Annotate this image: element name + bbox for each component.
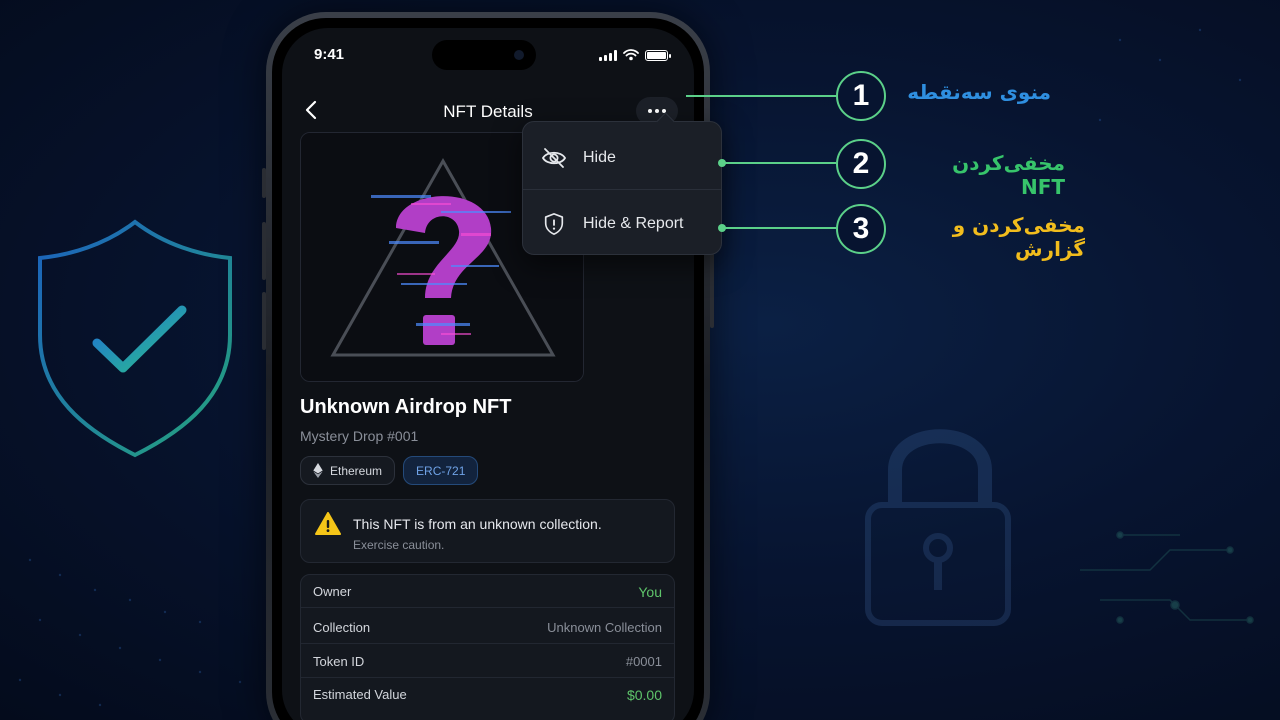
nft-name: Unknown Airdrop NFT (300, 396, 512, 418)
shield-check-icon (38, 219, 232, 458)
shield-alert-icon (544, 213, 564, 235)
chain-chip-label: Ethereum (330, 463, 383, 478)
chain-chip[interactable]: Ethereum (300, 456, 396, 485)
callout-number-3: 3 (836, 204, 886, 254)
detail-value: Unknown Collection (547, 620, 662, 635)
padlock-icon (865, 429, 1011, 626)
callout-number-2: 2 (836, 139, 886, 189)
volume-down-button (262, 292, 266, 350)
menu-item-label: Hide & Report (583, 215, 684, 232)
detail-value: $0.00 (626, 687, 662, 703)
standard-chip-label: ERC-721 (416, 463, 466, 478)
detail-row-owner: Owner You (301, 575, 674, 608)
callout-number-1: 1 (836, 71, 886, 121)
callout-line-1 (686, 95, 836, 97)
status-bar: 9:41 (282, 28, 694, 84)
ellipsis-icon (648, 109, 652, 113)
callout-line-2 (722, 162, 836, 164)
callout-label-1: منوی سه‌نقطه (907, 80, 1051, 104)
warning-title: This NFT is from an unknown collection. (353, 516, 602, 532)
detail-key: Token ID (313, 654, 365, 669)
detail-row-estimated-value: Estimated Value $0.00 (301, 678, 674, 711)
eye-off-icon (541, 148, 567, 168)
warning-subtitle: Exercise caution. (353, 538, 445, 552)
nft-chips: Ethereum ERC-721 (300, 456, 479, 485)
battery-icon (645, 49, 671, 61)
menu-item-hide-report[interactable]: Hide & Report (523, 190, 721, 256)
callout-line-3 (722, 227, 836, 229)
standard-chip[interactable]: ERC-721 (403, 456, 479, 485)
mute-switch (262, 168, 266, 198)
detail-value: You (638, 584, 662, 600)
ethereum-icon (313, 463, 323, 478)
detail-key: Owner (313, 584, 352, 599)
menu-item-hide[interactable]: Hide (523, 124, 721, 190)
detail-key: Collection (313, 620, 371, 635)
warning-triangle-icon (315, 512, 341, 535)
volume-up-button (262, 222, 266, 280)
cellular-signal-icon (599, 49, 617, 61)
details-card: Owner You Collection Unknown Collection … (300, 574, 675, 720)
menu-item-label: Hide (583, 149, 616, 166)
wifi-icon (623, 49, 639, 61)
detail-key: Estimated Value (313, 687, 407, 702)
status-icons (599, 49, 671, 61)
page-title: NFT Details (443, 102, 533, 121)
callout-label-2: مخفی‌کردن NFT (952, 151, 1065, 199)
callout-label-3: مخفی‌کردن و گزارش (952, 213, 1085, 261)
options-menu: Hide Hide & Report (522, 121, 722, 255)
detail-row-token-id: Token ID #0001 (301, 645, 674, 678)
nft-subtitle: Mystery Drop #001 (300, 428, 419, 444)
warning-card: This NFT is from an unknown collection. … (300, 499, 675, 563)
detail-row-collection: Collection Unknown Collection (301, 611, 674, 644)
detail-value: #0001 (625, 654, 662, 669)
dynamic-island (432, 40, 536, 70)
camera-icon (514, 50, 524, 60)
status-time: 9:41 (314, 46, 345, 63)
phone-frame: 9:41 NFT Details Unknown Airdrop NFT Mys… (266, 12, 710, 720)
